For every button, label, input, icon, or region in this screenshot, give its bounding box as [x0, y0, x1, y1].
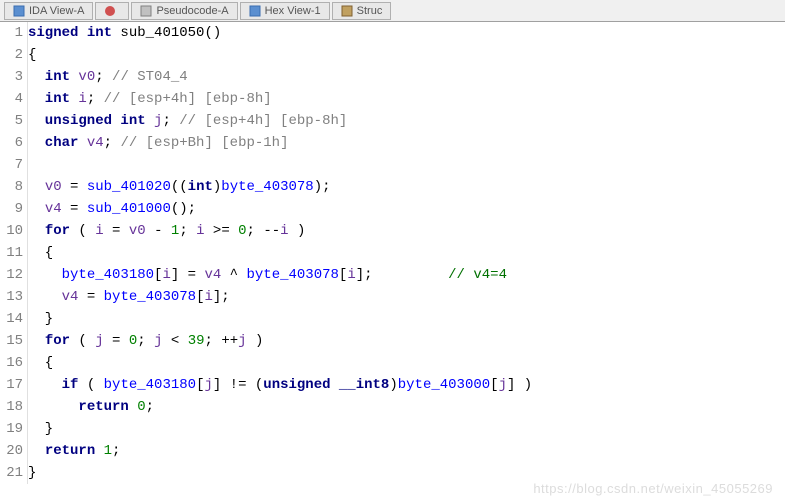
- code-line: unsigned int j; // [esp+4h] [ebp-8h]: [28, 110, 785, 132]
- code-line: }: [28, 418, 785, 440]
- code-line: char v4; // [esp+Bh] [ebp-1h]: [28, 132, 785, 154]
- tab-pseudocode[interactable]: Pseudocode-A: [131, 2, 237, 20]
- code-line: for ( j = 0; j < 39; ++j ): [28, 330, 785, 352]
- code-line: {: [28, 352, 785, 374]
- line-number: 9: [0, 198, 23, 220]
- line-number: 3: [0, 66, 23, 88]
- code-line: }: [28, 308, 785, 330]
- tab-icon: [249, 5, 261, 17]
- tab-hex-view[interactable]: Hex View-1: [240, 2, 330, 20]
- line-number: 14: [0, 308, 23, 330]
- line-number: 1: [0, 22, 23, 44]
- line-number: 21: [0, 462, 23, 484]
- line-number: 4: [0, 88, 23, 110]
- close-icon: [104, 5, 116, 17]
- line-number: 10: [0, 220, 23, 242]
- line-number: 18: [0, 396, 23, 418]
- code-line: v0 = sub_401020((int)byte_403078);: [28, 176, 785, 198]
- tab-label: Pseudocode-A: [156, 5, 228, 17]
- code-line: int v0; // ST04_4: [28, 66, 785, 88]
- code-line: int i; // [esp+4h] [ebp-8h]: [28, 88, 785, 110]
- code-line: {: [28, 44, 785, 66]
- line-number: 6: [0, 132, 23, 154]
- line-number: 8: [0, 176, 23, 198]
- code-line: [28, 154, 785, 176]
- line-number: 2: [0, 44, 23, 66]
- code-line: signed int sub_401050(): [28, 22, 785, 44]
- tab-label: Hex View-1: [265, 5, 321, 17]
- code-line: {: [28, 242, 785, 264]
- tab-icon: [13, 5, 25, 17]
- line-number: 17: [0, 374, 23, 396]
- code-line: v4 = byte_403078[i];: [28, 286, 785, 308]
- line-number: 15: [0, 330, 23, 352]
- tab-label: Struc: [357, 5, 383, 17]
- tab-label: IDA View-A: [29, 5, 84, 17]
- line-number: 20: [0, 440, 23, 462]
- line-number: 16: [0, 352, 23, 374]
- code-line: return 1;: [28, 440, 785, 462]
- code-line: if ( byte_403180[j] != (unsigned __int8)…: [28, 374, 785, 396]
- code-line: return 0;: [28, 396, 785, 418]
- tab-structures[interactable]: Struc: [332, 2, 392, 20]
- tab-ida-view[interactable]: IDA View-A: [4, 2, 93, 20]
- tabs-bar: IDA View-A Pseudocode-A Hex View-1 Struc: [0, 0, 785, 22]
- gutter: 1 2 3 4 5 6 7 8 9 10 11 12 13 14 15 16 1…: [0, 22, 28, 484]
- code-line: for ( i = v0 - 1; i >= 0; --i ): [28, 220, 785, 242]
- code-line: byte_403180[i] = v4 ^ byte_403078[i]; //…: [28, 264, 785, 286]
- code-content[interactable]: signed int sub_401050() { int v0; // ST0…: [28, 22, 785, 484]
- watermark: https://blog.csdn.net/weixin_45055269: [533, 481, 773, 496]
- line-number: 5: [0, 110, 23, 132]
- line-number: 11: [0, 242, 23, 264]
- tab-unknown[interactable]: [95, 2, 129, 20]
- line-number: 12: [0, 264, 23, 286]
- tab-icon: [140, 5, 152, 17]
- code-area[interactable]: 1 2 3 4 5 6 7 8 9 10 11 12 13 14 15 16 1…: [0, 22, 785, 484]
- line-number: 7: [0, 154, 23, 176]
- code-line: v4 = sub_401000();: [28, 198, 785, 220]
- line-number: 13: [0, 286, 23, 308]
- line-number: 19: [0, 418, 23, 440]
- tab-icon: [341, 5, 353, 17]
